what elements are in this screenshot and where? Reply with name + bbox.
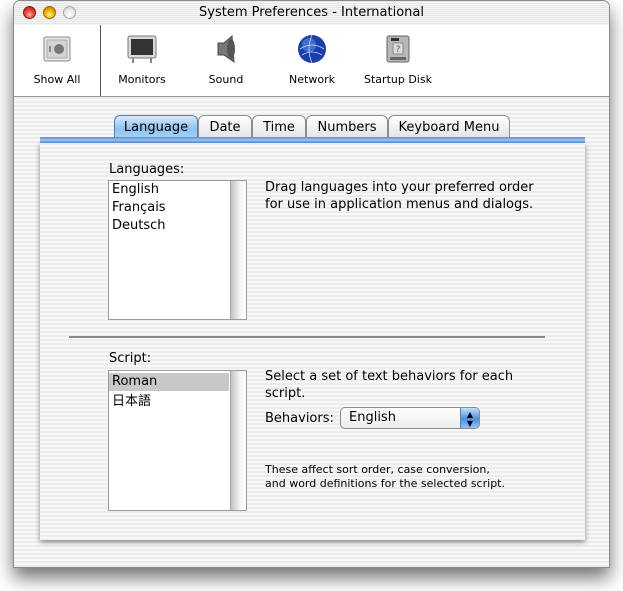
toolbar: Show All Monitors Sound Network ? Startu… [14,25,609,97]
tab-panel: Languages: English Français Deutsch Drag… [40,143,585,540]
script-list[interactable]: Roman 日本語 [108,370,247,511]
languages-help-text: Drag languages into your preferred order… [265,180,534,212]
languages-list[interactable]: English Français Deutsch [108,180,247,320]
behaviors-note: These affect sort order, case conversion… [265,463,505,490]
list-item[interactable]: Deutsch [109,217,229,235]
toolbar-item-sound[interactable]: Sound [190,25,262,96]
behaviors-label: Behaviors: [265,411,334,426]
title-bar[interactable]: System Preferences - International [14,1,609,26]
toolbar-label: Monitors [118,73,166,86]
tab-numbers[interactable]: Numbers [306,115,388,139]
toolbar-item-show-all[interactable]: Show All [14,25,100,96]
script-help-text: Select a set of text behaviors for each … [265,369,514,401]
languages-scrollbar[interactable] [230,181,246,319]
speaker-icon [217,34,235,64]
languages-label: Languages: [109,162,185,177]
behaviors-value: English [349,410,396,425]
tab-time[interactable]: Time [252,115,306,139]
toolbar-separator [100,25,101,96]
script-scrollbar[interactable] [230,371,246,510]
show-all-icon [43,36,71,62]
updown-arrows-icon: ▲ ▼ [460,408,479,428]
svg-text:?: ? [396,45,401,55]
tab-date[interactable]: Date [198,115,252,139]
tab-keyboard-menu[interactable]: Keyboard Menu [388,115,510,139]
monitor-icon [127,35,157,63]
toolbar-label: Sound [208,73,244,86]
section-divider [69,336,545,339]
toolbar-label: Show All [33,73,81,86]
toolbar-label: Network [289,73,335,86]
list-item-selected[interactable]: Roman [109,373,229,391]
list-item[interactable]: English [109,181,229,199]
window-title: System Preferences - International [199,5,424,20]
globe-icon [298,34,326,64]
system-preferences-window: System Preferences - International Show … [13,0,610,568]
script-label: Script: [109,351,152,366]
hard-disk-icon: ? [386,35,410,63]
toolbar-item-monitors[interactable]: Monitors [106,25,178,96]
tab-language[interactable]: Language [114,115,198,139]
toolbar-item-network[interactable]: Network [274,25,350,96]
list-item[interactable]: 日本語 [109,393,229,411]
toolbar-label: Startup Disk [364,73,432,86]
toolbar-item-startup-disk[interactable]: ? Startup Disk [354,25,442,96]
behaviors-popup[interactable]: English ▲ ▼ [340,407,480,429]
list-item[interactable]: Français [109,199,229,217]
